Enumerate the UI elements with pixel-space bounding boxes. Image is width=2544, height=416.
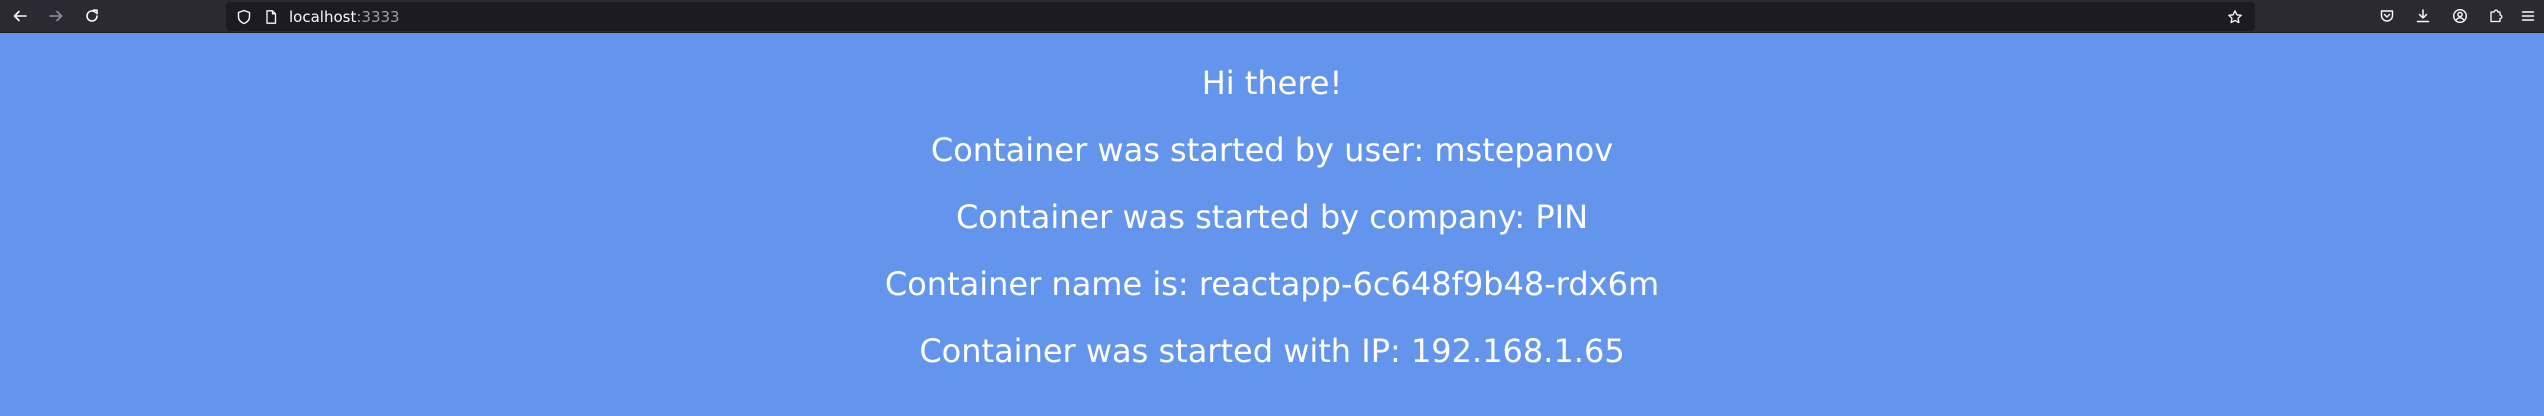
hamburger-menu-icon [2521,11,2535,21]
arrow-left-icon [13,10,27,22]
started-by-company-text: Container was started by company: PIN [955,198,1589,236]
browser-toolbar: localhost:3333 [0,0,2544,33]
extensions-button[interactable] [2482,4,2510,28]
reload-button[interactable] [79,4,105,28]
arrow-right-icon [49,10,63,22]
pocket-icon [2380,10,2394,22]
container-name-text: Container name is: reactapp-6c648f9b48-r… [884,265,1660,303]
pocket-button[interactable] [2373,4,2401,28]
shield-icon[interactable] [235,8,253,26]
url-text[interactable]: localhost:3333 [289,7,400,27]
url-bar[interactable]: localhost:3333 [226,2,2255,31]
started-by-user-text: Container was started by user: mstepanov [930,131,1614,169]
page-icon[interactable] [262,8,280,26]
account-icon [2452,8,2468,24]
menu-button[interactable] [2514,4,2542,28]
account-button[interactable] [2446,4,2474,28]
puzzle-icon [2490,9,2503,23]
page-content: Hi there! Container was started by user:… [0,33,2544,416]
url-port: :3333 [356,8,400,26]
reload-icon [86,9,98,22]
back-button[interactable] [7,4,33,28]
forward-button[interactable] [43,4,69,28]
started-with-ip-text: Container was started with IP: 192.168.1… [919,332,1625,370]
downloads-button[interactable] [2409,4,2437,28]
star-icon[interactable] [2226,8,2244,26]
greeting-text: Hi there! [1201,64,1343,102]
download-icon [2416,9,2430,23]
url-host: localhost [289,8,357,26]
